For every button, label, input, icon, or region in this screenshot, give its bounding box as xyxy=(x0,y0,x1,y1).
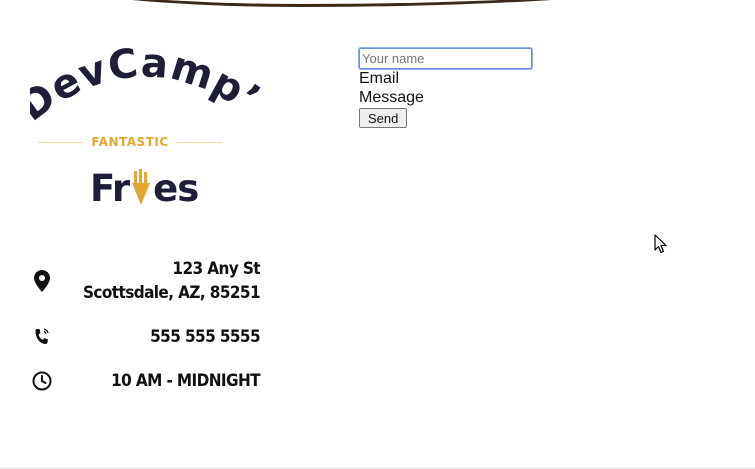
fries-cone-icon xyxy=(130,169,152,207)
email-label: Email xyxy=(359,70,400,87)
address-text: 123 Any St Scottsdale, AZ, 85251 xyxy=(83,257,261,305)
mouse-pointer-icon xyxy=(654,234,668,254)
logo-product-suffix: es xyxy=(153,166,199,210)
top-decorative-arc xyxy=(0,0,755,7)
address-line1: 123 Any St xyxy=(172,259,260,279)
tagline-divider-left xyxy=(38,141,84,143)
hours-text: 10 AM - MIDNIGHT xyxy=(111,371,261,391)
send-button[interactable]: Send xyxy=(359,108,408,128)
phone-row: 555 555 5555 xyxy=(30,325,261,349)
svg-text:DevCamp’s: DevCamp’s xyxy=(30,40,269,130)
address-line2: Scottsdale, AZ, 85251 xyxy=(83,283,261,303)
map-marker-icon xyxy=(30,270,54,292)
contact-form: Email Message Send xyxy=(358,47,533,128)
address-row: 123 Any St Scottsdale, AZ, 85251 xyxy=(30,257,261,305)
message-label: Message xyxy=(359,89,424,106)
name-input[interactable] xyxy=(358,47,533,70)
phone-text: 555 555 5555 xyxy=(150,327,260,347)
logo-tagline: FANTASTIC xyxy=(91,135,169,149)
phone-volume-icon xyxy=(30,327,54,347)
tagline-divider-right xyxy=(176,141,223,143)
hours-row: 10 AM - MIDNIGHT xyxy=(30,369,261,393)
logo-product-prefix: Fr xyxy=(90,166,130,210)
logo-tagline-row: FANTASTIC xyxy=(30,132,230,152)
brand-arc-text: DevCamp’s xyxy=(30,40,268,130)
logo-product-name: Fr es xyxy=(90,164,199,212)
clock-icon xyxy=(30,371,54,391)
